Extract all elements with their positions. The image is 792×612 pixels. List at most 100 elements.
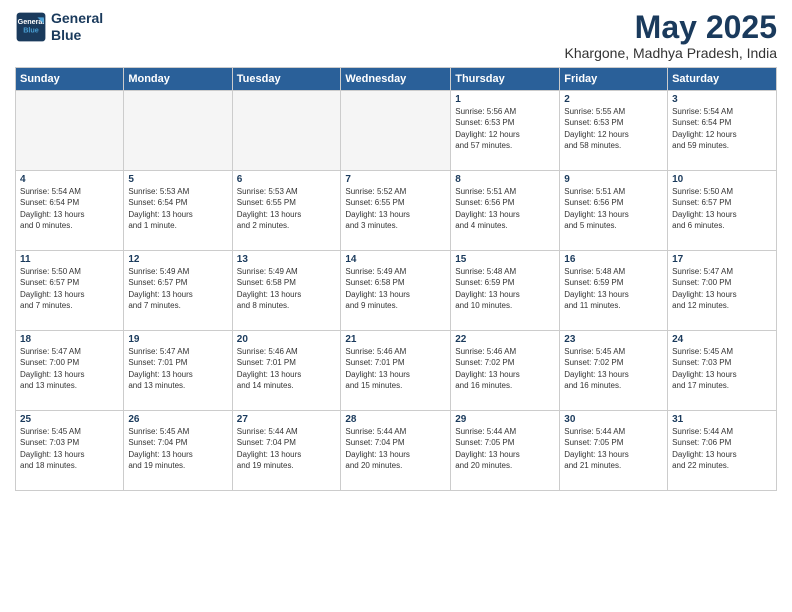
day-info: Sunrise: 5:45 AM Sunset: 7:03 PM Dayligh… — [672, 346, 772, 391]
svg-text:Blue: Blue — [23, 25, 39, 34]
day-number: 11 — [20, 254, 119, 265]
day-info: Sunrise: 5:54 AM Sunset: 6:54 PM Dayligh… — [20, 186, 119, 231]
table-row: 23Sunrise: 5:45 AM Sunset: 7:02 PM Dayli… — [560, 331, 668, 411]
day-number: 28 — [345, 414, 446, 425]
day-info: Sunrise: 5:47 AM Sunset: 7:00 PM Dayligh… — [672, 266, 772, 311]
day-info: Sunrise: 5:44 AM Sunset: 7:04 PM Dayligh… — [345, 426, 446, 471]
day-info: Sunrise: 5:44 AM Sunset: 7:06 PM Dayligh… — [672, 426, 772, 471]
calendar-week-row: 1Sunrise: 5:56 AM Sunset: 6:53 PM Daylig… — [16, 91, 777, 171]
day-number: 31 — [672, 414, 772, 425]
table-row: 3Sunrise: 5:54 AM Sunset: 6:54 PM Daylig… — [668, 91, 777, 171]
header-thursday: Thursday — [451, 68, 560, 91]
calendar-header-row: Sunday Monday Tuesday Wednesday Thursday… — [16, 68, 777, 91]
table-row: 29Sunrise: 5:44 AM Sunset: 7:05 PM Dayli… — [451, 411, 560, 491]
day-number: 16 — [564, 254, 663, 265]
header-wednesday: Wednesday — [341, 68, 451, 91]
logo-text: General Blue — [51, 10, 103, 44]
day-info: Sunrise: 5:49 AM Sunset: 6:57 PM Dayligh… — [128, 266, 227, 311]
day-number: 26 — [128, 414, 227, 425]
table-row: 13Sunrise: 5:49 AM Sunset: 6:58 PM Dayli… — [232, 251, 341, 331]
table-row: 21Sunrise: 5:46 AM Sunset: 7:01 PM Dayli… — [341, 331, 451, 411]
day-info: Sunrise: 5:47 AM Sunset: 7:01 PM Dayligh… — [128, 346, 227, 391]
day-number: 2 — [564, 94, 663, 105]
table-row: 17Sunrise: 5:47 AM Sunset: 7:00 PM Dayli… — [668, 251, 777, 331]
calendar-week-row: 18Sunrise: 5:47 AM Sunset: 7:00 PM Dayli… — [16, 331, 777, 411]
day-info: Sunrise: 5:54 AM Sunset: 6:54 PM Dayligh… — [672, 106, 772, 151]
day-info: Sunrise: 5:50 AM Sunset: 6:57 PM Dayligh… — [20, 266, 119, 311]
table-row: 4Sunrise: 5:54 AM Sunset: 6:54 PM Daylig… — [16, 171, 124, 251]
day-info: Sunrise: 5:45 AM Sunset: 7:04 PM Dayligh… — [128, 426, 227, 471]
day-info: Sunrise: 5:49 AM Sunset: 6:58 PM Dayligh… — [345, 266, 446, 311]
table-row: 12Sunrise: 5:49 AM Sunset: 6:57 PM Dayli… — [124, 251, 232, 331]
day-number: 23 — [564, 334, 663, 345]
day-info: Sunrise: 5:47 AM Sunset: 7:00 PM Dayligh… — [20, 346, 119, 391]
table-row — [341, 91, 451, 171]
day-info: Sunrise: 5:46 AM Sunset: 7:01 PM Dayligh… — [345, 346, 446, 391]
table-row: 30Sunrise: 5:44 AM Sunset: 7:05 PM Dayli… — [560, 411, 668, 491]
table-row: 15Sunrise: 5:48 AM Sunset: 6:59 PM Dayli… — [451, 251, 560, 331]
day-info: Sunrise: 5:45 AM Sunset: 7:03 PM Dayligh… — [20, 426, 119, 471]
table-row — [16, 91, 124, 171]
calendar-week-row: 4Sunrise: 5:54 AM Sunset: 6:54 PM Daylig… — [16, 171, 777, 251]
day-number: 24 — [672, 334, 772, 345]
month-year-title: May 2025 — [565, 10, 777, 45]
calendar-week-row: 11Sunrise: 5:50 AM Sunset: 6:57 PM Dayli… — [16, 251, 777, 331]
header-sunday: Sunday — [16, 68, 124, 91]
day-info: Sunrise: 5:56 AM Sunset: 6:53 PM Dayligh… — [455, 106, 555, 151]
day-number: 1 — [455, 94, 555, 105]
day-info: Sunrise: 5:44 AM Sunset: 7:05 PM Dayligh… — [564, 426, 663, 471]
day-info: Sunrise: 5:46 AM Sunset: 7:02 PM Dayligh… — [455, 346, 555, 391]
table-row: 26Sunrise: 5:45 AM Sunset: 7:04 PM Dayli… — [124, 411, 232, 491]
table-row: 19Sunrise: 5:47 AM Sunset: 7:01 PM Dayli… — [124, 331, 232, 411]
table-row: 11Sunrise: 5:50 AM Sunset: 6:57 PM Dayli… — [16, 251, 124, 331]
day-number: 19 — [128, 334, 227, 345]
day-number: 3 — [672, 94, 772, 105]
day-info: Sunrise: 5:44 AM Sunset: 7:05 PM Dayligh… — [455, 426, 555, 471]
day-number: 5 — [128, 174, 227, 185]
header-saturday: Saturday — [668, 68, 777, 91]
day-number: 18 — [20, 334, 119, 345]
day-info: Sunrise: 5:49 AM Sunset: 6:58 PM Dayligh… — [237, 266, 337, 311]
table-row: 6Sunrise: 5:53 AM Sunset: 6:55 PM Daylig… — [232, 171, 341, 251]
header-friday: Friday — [560, 68, 668, 91]
logo: General Blue General Blue — [15, 10, 103, 44]
day-number: 7 — [345, 174, 446, 185]
table-row: 25Sunrise: 5:45 AM Sunset: 7:03 PM Dayli… — [16, 411, 124, 491]
page: General Blue General Blue May 2025 Kharg… — [0, 0, 792, 612]
table-row — [232, 91, 341, 171]
table-row: 16Sunrise: 5:48 AM Sunset: 6:59 PM Dayli… — [560, 251, 668, 331]
table-row: 1Sunrise: 5:56 AM Sunset: 6:53 PM Daylig… — [451, 91, 560, 171]
day-info: Sunrise: 5:48 AM Sunset: 6:59 PM Dayligh… — [564, 266, 663, 311]
day-info: Sunrise: 5:53 AM Sunset: 6:55 PM Dayligh… — [237, 186, 337, 231]
location-subtitle: Khargone, Madhya Pradesh, India — [565, 45, 777, 61]
day-number: 21 — [345, 334, 446, 345]
day-info: Sunrise: 5:44 AM Sunset: 7:04 PM Dayligh… — [237, 426, 337, 471]
header-tuesday: Tuesday — [232, 68, 341, 91]
header-monday: Monday — [124, 68, 232, 91]
day-number: 30 — [564, 414, 663, 425]
day-number: 8 — [455, 174, 555, 185]
day-number: 9 — [564, 174, 663, 185]
day-info: Sunrise: 5:53 AM Sunset: 6:54 PM Dayligh… — [128, 186, 227, 231]
day-number: 13 — [237, 254, 337, 265]
day-info: Sunrise: 5:46 AM Sunset: 7:01 PM Dayligh… — [237, 346, 337, 391]
table-row — [124, 91, 232, 171]
title-block: May 2025 Khargone, Madhya Pradesh, India — [565, 10, 777, 61]
day-number: 10 — [672, 174, 772, 185]
day-number: 4 — [20, 174, 119, 185]
day-info: Sunrise: 5:45 AM Sunset: 7:02 PM Dayligh… — [564, 346, 663, 391]
table-row: 20Sunrise: 5:46 AM Sunset: 7:01 PM Dayli… — [232, 331, 341, 411]
day-info: Sunrise: 5:51 AM Sunset: 6:56 PM Dayligh… — [455, 186, 555, 231]
logo-icon: General Blue — [15, 11, 47, 43]
table-row: 10Sunrise: 5:50 AM Sunset: 6:57 PM Dayli… — [668, 171, 777, 251]
table-row: 31Sunrise: 5:44 AM Sunset: 7:06 PM Dayli… — [668, 411, 777, 491]
day-number: 22 — [455, 334, 555, 345]
header: General Blue General Blue May 2025 Kharg… — [15, 10, 777, 61]
day-number: 20 — [237, 334, 337, 345]
day-info: Sunrise: 5:48 AM Sunset: 6:59 PM Dayligh… — [455, 266, 555, 311]
table-row: 24Sunrise: 5:45 AM Sunset: 7:03 PM Dayli… — [668, 331, 777, 411]
table-row: 7Sunrise: 5:52 AM Sunset: 6:55 PM Daylig… — [341, 171, 451, 251]
table-row: 2Sunrise: 5:55 AM Sunset: 6:53 PM Daylig… — [560, 91, 668, 171]
day-info: Sunrise: 5:55 AM Sunset: 6:53 PM Dayligh… — [564, 106, 663, 151]
day-number: 25 — [20, 414, 119, 425]
